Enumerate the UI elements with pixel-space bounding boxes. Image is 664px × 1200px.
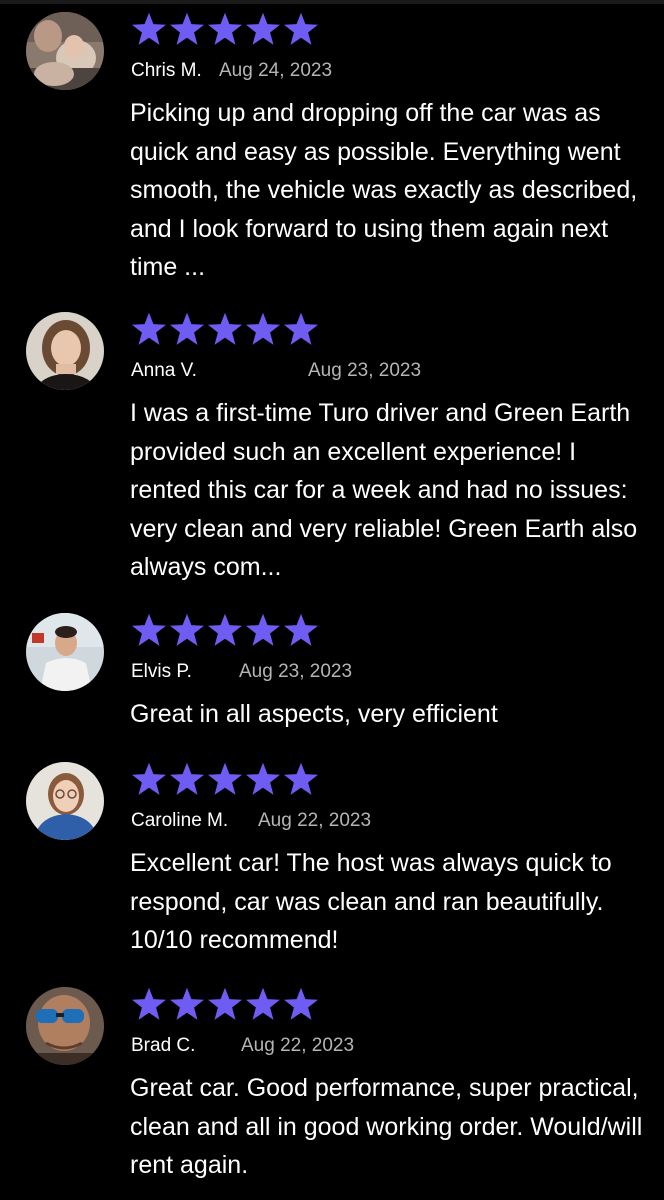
star-rating (131, 613, 319, 647)
star-rating (131, 987, 319, 1021)
reviewer-name[interactable]: Caroline M. (131, 809, 228, 833)
star-rating (131, 312, 319, 346)
star-icon (132, 613, 166, 646)
star-icon (208, 762, 242, 795)
reviewer-avatar[interactable] (26, 762, 104, 840)
review-date: Aug 22, 2023 (258, 810, 372, 831)
star-icon (170, 762, 204, 795)
reviewer-name[interactable]: Anna V. (131, 359, 197, 383)
star-icon (246, 613, 280, 646)
star-icon (246, 762, 280, 795)
review-date: Aug 23, 2023 (308, 360, 422, 381)
avatar-brad (26, 987, 104, 1065)
avatar-chris (26, 12, 104, 90)
star-rating (131, 12, 319, 46)
reviewer-name[interactable]: Chris M. (131, 59, 202, 83)
review-text: Great in all aspects, very efficient (130, 700, 498, 728)
avatar-anna (26, 312, 104, 390)
star-icon (170, 12, 204, 45)
star-icon (246, 312, 280, 345)
star-icon (284, 987, 318, 1020)
review-text: Picking up and dropping off the car was … (130, 99, 638, 281)
reviewer-avatar[interactable] (26, 613, 104, 691)
star-icon (170, 312, 204, 345)
star-icon (170, 987, 204, 1020)
star-icon (208, 613, 242, 646)
review-text: Excellent car! The host was always quick… (130, 849, 612, 954)
star-icon (284, 762, 318, 795)
star-icon (132, 762, 166, 795)
review-date: Aug 22, 2023 (241, 1035, 355, 1056)
star-icon (284, 312, 318, 345)
review-date: Aug 24, 2023 (219, 60, 333, 81)
star-rating (131, 762, 319, 796)
review-text: I was a first-time Turo driver and Green… (130, 399, 638, 581)
star-icon (284, 12, 318, 45)
avatar-caroline (26, 762, 104, 840)
reviewer-avatar[interactable] (26, 12, 104, 90)
review-date: Aug 23, 2023 (239, 661, 353, 682)
star-icon (208, 987, 242, 1020)
reviewer-avatar[interactable] (26, 987, 104, 1065)
star-icon (208, 312, 242, 345)
star-icon (246, 987, 280, 1020)
reviewer-avatar[interactable] (26, 312, 104, 390)
avatar-elvis (26, 613, 104, 691)
review-text: Great car. Good performance, super pract… (130, 1074, 643, 1179)
reviewer-name[interactable]: Elvis P. (131, 660, 192, 684)
top-divider (0, 0, 664, 4)
star-icon (132, 987, 166, 1020)
star-icon (208, 12, 242, 45)
star-icon (284, 613, 318, 646)
star-icon (170, 613, 204, 646)
star-icon (132, 12, 166, 45)
star-icon (246, 12, 280, 45)
reviewer-name[interactable]: Brad C. (131, 1034, 195, 1058)
star-icon (132, 312, 166, 345)
